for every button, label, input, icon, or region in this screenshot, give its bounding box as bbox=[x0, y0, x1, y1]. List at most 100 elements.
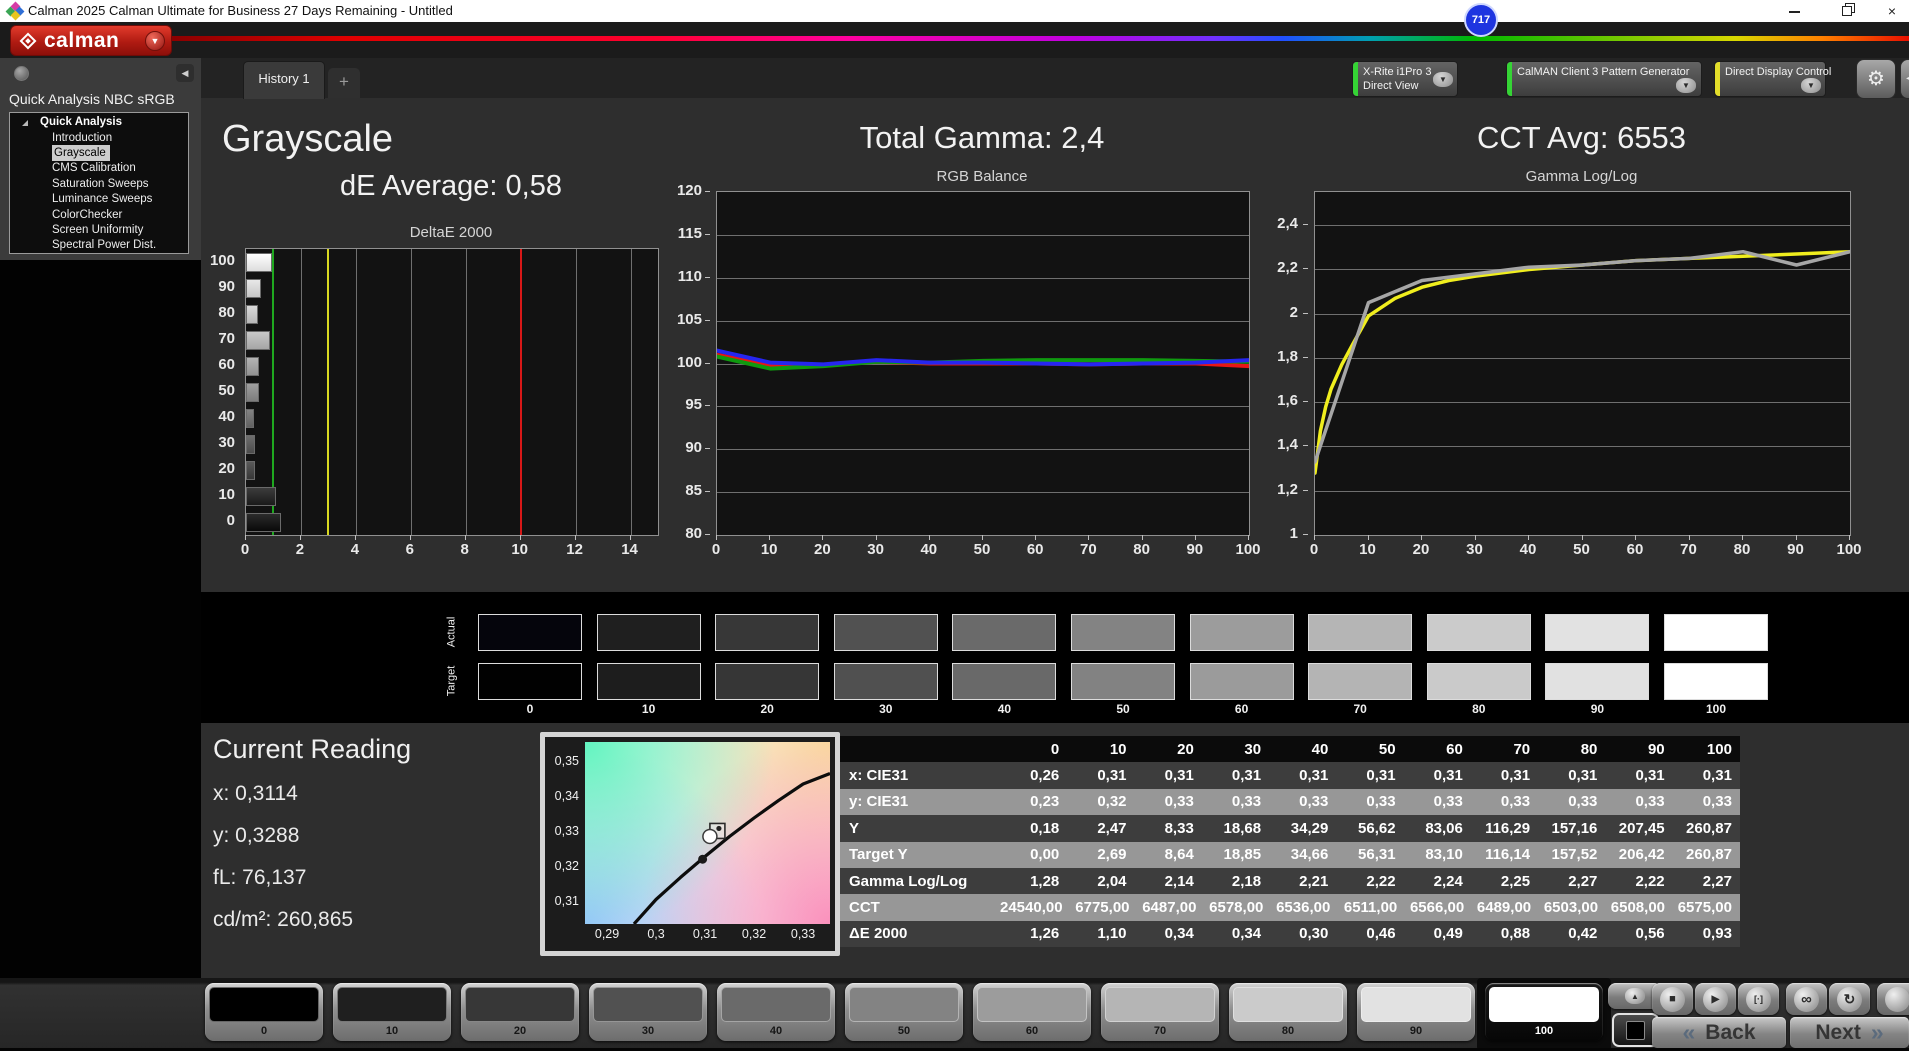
pattern-label: 0 bbox=[209, 1022, 319, 1040]
table-cell: 0,23 bbox=[1000, 793, 1067, 810]
x-tick bbox=[465, 535, 466, 540]
pattern-button-30[interactable]: 30 bbox=[589, 983, 707, 1041]
x-tick bbox=[822, 535, 823, 540]
meter-id-badge[interactable]: 717 bbox=[1464, 3, 1498, 37]
target-swatch-40 bbox=[952, 663, 1056, 700]
source-dropdown[interactable]: CalMAN Client 3 Pattern Generator ▼ bbox=[1506, 61, 1702, 97]
pattern-label: 50 bbox=[849, 1022, 959, 1040]
sidebar-item-cms-calibration[interactable]: CMS Calibration bbox=[52, 161, 139, 176]
table-cell: 2,69 bbox=[1067, 846, 1134, 863]
pattern-button-80[interactable]: 80 bbox=[1229, 983, 1347, 1041]
sidebar-item-colorchecker[interactable]: ColorChecker bbox=[52, 207, 125, 222]
pattern-button-0[interactable]: 0 bbox=[205, 983, 323, 1041]
pattern-button-90[interactable]: 90 bbox=[1357, 983, 1475, 1041]
table-cell: 56,31 bbox=[1336, 846, 1403, 863]
x-tick bbox=[929, 535, 930, 540]
table-cell: 2,22 bbox=[1605, 873, 1672, 890]
chevron-down-icon[interactable]: ▼ bbox=[1676, 78, 1696, 93]
y-tick-label: 2,2 bbox=[1262, 259, 1298, 277]
back-button[interactable]: « Back bbox=[1652, 1017, 1786, 1048]
collapse-sidebar-button[interactable]: ◀ bbox=[176, 64, 194, 82]
panel-pin-icon[interactable] bbox=[14, 66, 29, 81]
table-cell: 6536,00 bbox=[1271, 899, 1338, 916]
total-gamma-value: Total Gamma: 2,4 bbox=[716, 120, 1248, 156]
row-label: CCT bbox=[840, 899, 1000, 916]
x-tick bbox=[410, 535, 411, 540]
table-cell: 0,33 bbox=[1673, 793, 1740, 810]
y-tick-label: 1,6 bbox=[1262, 392, 1298, 410]
x-tick-label: 8 bbox=[461, 541, 469, 558]
sidebar-item-introduction[interactable]: Introduction bbox=[52, 130, 115, 145]
column-header: 40 bbox=[1269, 741, 1336, 758]
sidebar-item-luminance-sweeps[interactable]: Luminance Sweeps bbox=[52, 192, 155, 207]
strip-actual-label: Actual bbox=[445, 617, 457, 648]
collapse-right-panel-button[interactable]: ◀ bbox=[1900, 59, 1909, 99]
close-button[interactable]: × bbox=[1875, 0, 1909, 22]
pattern-swatch bbox=[849, 987, 959, 1022]
strip-level-label: 0 bbox=[478, 702, 582, 716]
settings-button[interactable]: ⚙ bbox=[1856, 59, 1896, 99]
meter-dropdown[interactable]: X-Rite i1Pro 3 Direct View ▼ bbox=[1352, 61, 1458, 97]
y-tick bbox=[1303, 401, 1308, 402]
pattern-button-40[interactable]: 40 bbox=[717, 983, 835, 1041]
chevron-down-icon[interactable]: ▼ bbox=[145, 31, 165, 51]
table-cell: 0,31 bbox=[1538, 767, 1605, 784]
sidebar-item-spectral-power-dist[interactable]: Spectral Power Dist. bbox=[52, 238, 159, 253]
chevron-down-icon[interactable]: ▼ bbox=[1801, 78, 1821, 93]
column-header: 60 bbox=[1404, 741, 1471, 758]
x-tick bbox=[1849, 535, 1850, 540]
x-tick-label: 90 bbox=[1186, 541, 1203, 558]
sidebar-item-grayscale[interactable]: Grayscale bbox=[52, 145, 110, 160]
tree-root-quick-analysis[interactable]: Quick Analysis bbox=[10, 113, 188, 130]
x-tick-label: 70 bbox=[1080, 541, 1097, 558]
calman-menu-button[interactable]: calman ▼ bbox=[10, 25, 172, 56]
pattern-button-20[interactable]: 20 bbox=[461, 983, 579, 1041]
gridline bbox=[411, 249, 412, 535]
x-tick bbox=[1142, 535, 1143, 540]
table-cell: 0,33 bbox=[1538, 793, 1605, 810]
cie-x-tick-label: 0,31 bbox=[693, 927, 717, 941]
tree-expander-icon[interactable] bbox=[22, 120, 28, 126]
target-swatch-10 bbox=[597, 663, 701, 700]
table-row-target-y: Target Y0,002,698,6418,8534,6656,3183,10… bbox=[840, 842, 1740, 868]
cie-y-tick-label: 0,31 bbox=[549, 894, 579, 908]
table-cell: 6508,00 bbox=[1606, 899, 1673, 916]
play-button[interactable]: ▶ bbox=[1695, 983, 1736, 1015]
cie-x-tick-label: 0,29 bbox=[595, 927, 619, 941]
gamma-chart bbox=[1314, 191, 1851, 536]
loop-button[interactable]: ∞ bbox=[1786, 983, 1827, 1015]
tab-history-1[interactable]: History 1 bbox=[243, 61, 325, 99]
sidebar-item-screen-uniformity[interactable]: Screen Uniformity bbox=[52, 222, 146, 237]
x-tick bbox=[1314, 535, 1315, 540]
table-cell: 56,62 bbox=[1336, 820, 1403, 837]
display-dropdown[interactable]: Direct Display Control ▼ bbox=[1714, 61, 1826, 97]
y-tick-label: 0 bbox=[199, 512, 235, 530]
range-button[interactable]: [·] bbox=[1738, 983, 1779, 1015]
pattern-button-70[interactable]: 70 bbox=[1101, 983, 1219, 1041]
next-chevron-icon: » bbox=[1871, 1021, 1884, 1044]
status-light-button[interactable] bbox=[1877, 983, 1909, 1015]
y-tick-label: 90 bbox=[666, 439, 702, 457]
add-tab-button[interactable]: + bbox=[328, 68, 360, 98]
pattern-button-50[interactable]: 50 bbox=[845, 983, 963, 1041]
stop-button[interactable]: ■ bbox=[1652, 983, 1693, 1015]
x-tick bbox=[1421, 535, 1422, 540]
pattern-button-10[interactable]: 10 bbox=[333, 983, 451, 1041]
x-tick-label: 10 bbox=[1359, 541, 1376, 558]
column-header: 0 bbox=[1000, 741, 1067, 758]
strip-level-label: 100 bbox=[1664, 702, 1768, 716]
chevron-down-icon[interactable]: ▼ bbox=[1433, 72, 1453, 87]
column-header: 30 bbox=[1202, 741, 1269, 758]
pattern-button-60[interactable]: 60 bbox=[973, 983, 1091, 1041]
reference-point bbox=[698, 855, 707, 864]
minimize-button[interactable] bbox=[1778, 0, 1812, 22]
refresh-button[interactable]: ↻ bbox=[1829, 983, 1870, 1015]
next-button[interactable]: Next » bbox=[1790, 1017, 1909, 1048]
pattern-button-100[interactable]: 100 bbox=[1485, 983, 1603, 1041]
workflow-title: Quick Analysis NBC sRGB bbox=[9, 91, 175, 107]
restore-button[interactable] bbox=[1830, 0, 1864, 22]
sidebar-item-saturation-sweeps[interactable]: Saturation Sweeps bbox=[52, 176, 152, 191]
x-tick bbox=[630, 535, 631, 540]
y-tick bbox=[1303, 445, 1308, 446]
table-cell: 0,56 bbox=[1605, 925, 1672, 942]
